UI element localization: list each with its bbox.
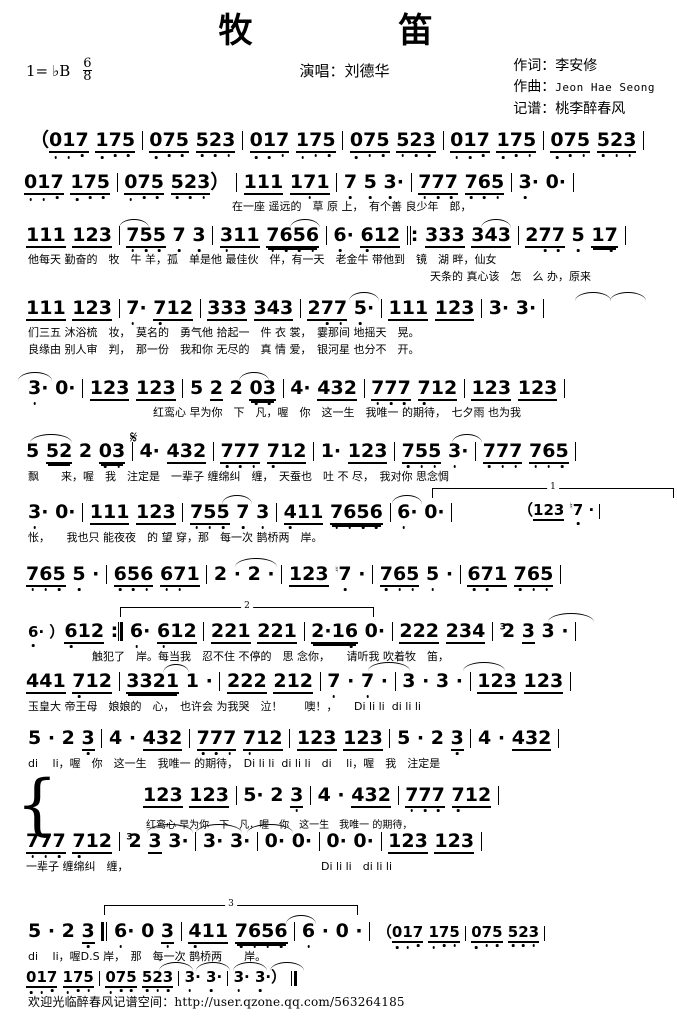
slur-mark — [349, 292, 379, 301]
staff-row-verse-1: 111 123 755 7 3 311 7656 6· 612 : 333 34… — [26, 226, 626, 248]
slur-mark — [575, 292, 611, 301]
slur-mark — [270, 962, 304, 971]
sheet-header: 牧 笛 1= ♭B 6 8 演唱：刘德华 作词：李安修 作曲：Jeon Hae … — [0, 0, 677, 128]
sheet-music-page: 牧 笛 1= ♭B 6 8 演唱：刘德华 作词：李安修 作曲：Jeon Hae … — [0, 0, 677, 1020]
lyrics-verse-2a: 们三五 沐浴梳 妆， 莫名的 勇气他 拾起一 件 衣 裳， 霎那间 地摇天 晃。 — [28, 326, 420, 339]
staff-row-ending-1: 5 · 2 3 6· 0 3 411 7656 6 · 0 · （017 175… — [28, 922, 546, 944]
slur-mark — [481, 219, 511, 228]
lyrics-intro-2: 在一座 遥远的 草 原 上， 有个善 良少年 郎， — [232, 200, 472, 213]
credit-lyricist: 作词：李安修 — [513, 56, 655, 77]
footer-credit: 欢迎光临醉春风记谱空间：http://user.qzone.qq.com/563… — [28, 995, 405, 1009]
staff-row-intro-2: 017 175 075 523） 111 171 7 5 3· 777 765 … — [24, 171, 574, 195]
credit-lyricist-value: 李安修 — [555, 58, 598, 74]
staff-row-interlude-2: 6· ）612 : 6· 612 221 221 2·16 0· 222 234… — [28, 620, 577, 644]
lyrics-chorus-2: 飘 来，喔 我 注定是 一辈子 缠绵纠 缠， 天蚕也 吐 不 尽， 我对你 思念… — [28, 470, 449, 483]
lyrics-chorus-3: 怅， 我也只 能夜夜 的 望 穿，那 每一次 鹊桥两 岸。 — [28, 531, 323, 544]
staff-row-interlude-pickup: （123 ♮7 · — [518, 501, 601, 521]
slur-mark — [30, 434, 72, 443]
volta-number-3: 3 — [225, 899, 237, 909]
lyrics-verse-1a: 他每天 勤奋的 牧 牛 羊，孤 单是他 最佳伙 伴，有一天 老金牛 带他到 镜 … — [28, 253, 497, 266]
volta-bracket-2: 2 — [120, 601, 374, 617]
page-title: 牧 笛 — [218, 11, 459, 51]
lyrics-chorus-1: 红鸾心 早为你 下 凡，喔 你 这一生 我唯一 的期待， 七夕雨 也为我 — [120, 406, 521, 419]
slur-mark — [119, 219, 149, 228]
slur-mark — [463, 662, 505, 671]
slur-mark — [392, 495, 422, 504]
slur-mark — [222, 495, 252, 504]
lyrics-coda-lower: 一辈子 缠绵纠 缠， Di li li di li li — [26, 860, 392, 873]
slur-mark — [290, 219, 320, 228]
staff-row-verse-2: 111 123 7· 712 333 343 277 5· 111 123 3·… — [26, 297, 544, 321]
staff-row-bridge-1: 441 712 3321 1 · 222 212 7 · 7 · 3 · 3 ·… — [26, 672, 571, 694]
credit-transcriber-value: 桃李醉春风 — [555, 100, 626, 117]
staff-row-coda-lower: 777 712 32 3 3· 3· 3· 0· 0· 0· 0· 123 12… — [26, 832, 482, 854]
credit-lyricist-label: 作词： — [513, 58, 556, 74]
lyrics-bridge-1: 玉皇大 帝王母 娘娘的 心， 也许会 为我哭 泣！ 噢！， Di li li d… — [28, 700, 421, 713]
credits-block: 作词：李安修 作曲：Jeon Hae Seong 记谱：桃李醉春风 — [513, 56, 655, 120]
slur-mark — [286, 915, 316, 924]
credit-transcriber-label: 记谱： — [513, 100, 556, 117]
volta-number-2: 2 — [241, 601, 253, 611]
slur-mark — [548, 613, 594, 622]
credit-composer: 作曲：Jeon Hae Seong — [513, 77, 655, 98]
slur-mark — [610, 292, 646, 301]
lyrics-verse-2b: 良缘由 别人审 判， 那一份 我和你 无尽的 真 情 爱， 银河星 也分不 开。 — [28, 343, 420, 356]
lyrics-ending-1: di li，喔D.S 岸， 那 每一次 鹊桥两 岸。 — [28, 950, 267, 963]
staff-row-interlude-1: 765 5 · 656 671 2 · 2 · 123 ♮7 · 765 5 ·… — [26, 565, 561, 587]
credit-transcriber: 记谱：桃李醉春风 — [513, 99, 655, 120]
volta-bracket-1: 1 — [432, 482, 674, 498]
staff-row-chorus-3: 3· 0· 111 123 755 7 3 411 7656 6· 0· — [28, 501, 453, 525]
slur-mark — [239, 372, 269, 381]
system-brace: { — [16, 766, 58, 843]
lyrics-verse-1b: 天条的 真心该 怎 么 办，原来 — [430, 270, 591, 283]
staff-row-chorus-2: 5 52 2 03 4· 432 777 712 1· 123 755 3· 7… — [26, 442, 577, 464]
volta-number-1: 1 — [547, 482, 559, 492]
staff-row-ending-2: 017 175 075 523 3· 3· 3· 3·） — [26, 970, 298, 988]
staff-row-chorus-1: 3· 0· 123 123 5 2 2 03 4· 432 777 712 12… — [28, 379, 566, 401]
staff-row-bridge-2: 5 · 2 3 4 · 432 777 712 123 123 5 · 2 3 … — [28, 729, 560, 751]
staff-row-coda-upper: 123 123 5· 2 3 4 · 432 777 712 — [143, 786, 499, 808]
slur-mark — [235, 558, 277, 567]
slur-mark — [163, 664, 189, 673]
lyrics-bridge-2: di li，喔 你 这一生 我唯一 的期待， Di li li di li li… — [28, 757, 441, 770]
staff-row-intro-1: （017 175 075 523 017 175 075 523 017 175… — [30, 131, 645, 153]
slur-mark — [18, 372, 52, 381]
slur-mark — [452, 434, 482, 443]
credit-composer-label: 作曲： — [513, 79, 556, 96]
segno-icon: 𝄋 — [130, 428, 138, 448]
volta-bracket-3: 3 — [104, 899, 358, 915]
credit-composer-value: Jeon Hae Seong — [555, 81, 655, 95]
